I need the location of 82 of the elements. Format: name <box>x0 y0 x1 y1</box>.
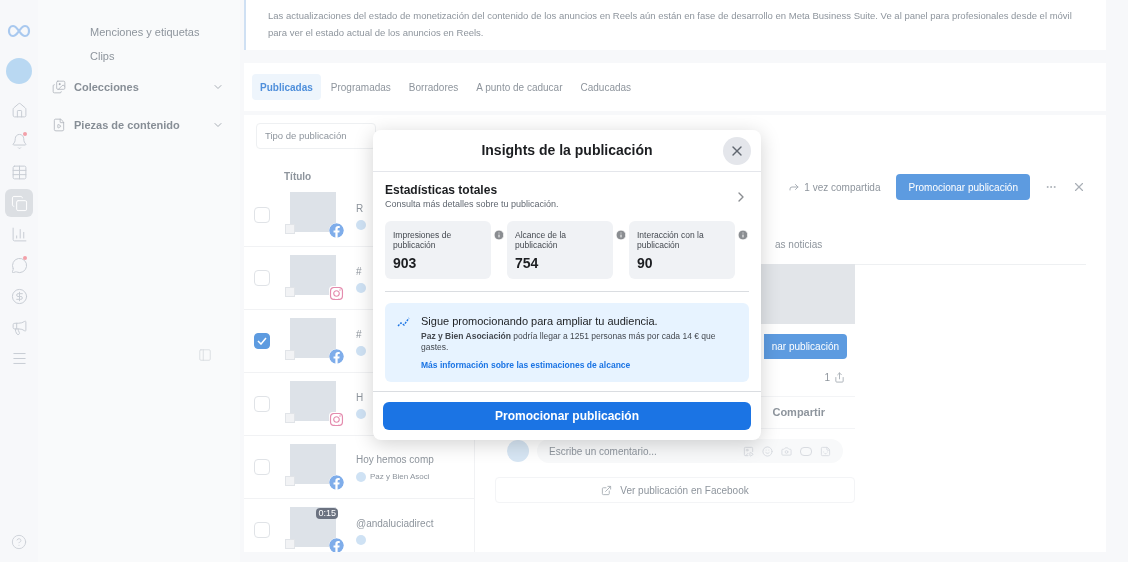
collapse-panel-icon[interactable] <box>198 348 212 362</box>
content-file-icon <box>52 118 66 132</box>
facebook-icon <box>329 223 344 238</box>
page-avatar <box>356 219 366 230</box>
status-tab[interactable]: Programadas <box>322 74 399 100</box>
page-avatar <box>356 408 366 419</box>
photo-placeholder <box>290 507 336 547</box>
page-avatar <box>356 282 366 293</box>
promote-button[interactable]: Promocionar publicación <box>896 174 1030 200</box>
nav-link[interactable]: Clips <box>66 44 212 68</box>
page-avatar <box>356 345 366 356</box>
metric-label: Impresiones de publicación <box>393 229 453 250</box>
metric-value: 903 <box>393 253 418 273</box>
post-type-icon <box>285 350 295 360</box>
share-action[interactable]: Compartir <box>772 404 825 421</box>
avatar[interactable] <box>6 58 32 84</box>
tab[interactable]: as noticias <box>775 237 823 252</box>
share-count-button[interactable]: 1 vez compartida <box>780 174 889 200</box>
external-link-icon <box>601 484 613 496</box>
nav-group[interactable]: Piezas de contenido <box>52 106 224 144</box>
sticker-icon[interactable] <box>820 445 831 457</box>
status-tab[interactable]: A punto de caducar <box>468 74 571 100</box>
status-tab[interactable]: Borradores <box>400 74 467 100</box>
photo-placeholder <box>290 255 336 295</box>
post-title: # <box>356 327 363 342</box>
promote-post-button[interactable]: Promocionar publicación <box>383 401 751 430</box>
video-duration: 0:15 <box>316 508 338 519</box>
photo-placeholder <box>290 381 336 421</box>
row-checkbox[interactable] <box>254 333 270 349</box>
info-icon[interactable] <box>493 228 505 241</box>
nav-group[interactable]: Colecciones <box>52 68 224 106</box>
post-title: @andaluciadirect <box>356 516 434 531</box>
help-icon[interactable] <box>11 534 27 550</box>
post-title: Hoy hemos comp <box>356 452 434 467</box>
close-button[interactable] <box>723 137 751 165</box>
post-type-icon <box>285 224 295 234</box>
page-avatar <box>356 471 366 482</box>
metric-label: Interacción con la publicación <box>637 229 705 250</box>
view-on-facebook-button[interactable]: Ver publicación en Facebook <box>495 477 855 503</box>
metric-value: 90 <box>637 253 654 273</box>
status-tab[interactable]: Publicadas <box>252 74 321 100</box>
photo-placeholder <box>290 318 336 358</box>
post-type-icon <box>285 413 295 423</box>
metric-label: Alcance de la publicación <box>515 229 568 250</box>
gif-icon[interactable] <box>800 446 812 456</box>
column-header[interactable]: Título <box>284 169 312 184</box>
comment-field[interactable]: Escribe un comentario... <box>537 439 843 463</box>
info-icon[interactable] <box>615 228 627 241</box>
post-title: H <box>356 390 365 405</box>
post-title: R <box>356 201 365 216</box>
emoji-icon[interactable] <box>762 445 773 457</box>
facebook-icon <box>329 475 344 490</box>
sidebar-nav-icon[interactable] <box>5 189 33 217</box>
info-icon[interactable] <box>737 228 749 241</box>
page-avatar <box>356 534 366 545</box>
notice-text: Las actualizaciones del estado de monetización del contenido de los anuncios en Reels aún están en fase de desarrollo en Meta Business Suite. Ve al panel para profesionales desde el móvil para ver el estado actual de los anuncios en Reels. <box>268 9 1073 40</box>
status-tab[interactable]: Caducadas <box>572 74 640 100</box>
post-row[interactable]: 0:15 @andaluciadirect <box>244 499 474 552</box>
avatar-sticker-icon[interactable] <box>743 445 754 457</box>
share-count: 1 <box>824 371 830 385</box>
collection-icon <box>52 80 66 94</box>
instagram-icon <box>329 286 344 301</box>
close-icon[interactable] <box>1072 180 1086 194</box>
post-author: Paz y Bien Asoci <box>370 470 430 483</box>
share-icon <box>834 372 845 383</box>
post-title: # <box>356 264 363 279</box>
photo-placeholder <box>290 192 336 232</box>
camera-icon[interactable] <box>781 445 792 457</box>
metric-value: 754 <box>515 253 540 273</box>
facebook-icon <box>329 349 344 364</box>
post-type-icon <box>285 476 295 486</box>
photo-placeholder <box>290 444 336 484</box>
check-icon <box>257 337 267 345</box>
share-arrow-icon <box>788 181 801 193</box>
nav-link[interactable]: Menciones y etiquetas <box>66 20 212 44</box>
promote-post-button[interactable]: nar publicación <box>763 334 847 359</box>
post-type-icon <box>285 287 295 297</box>
post-type-icon <box>285 539 295 549</box>
instagram-icon <box>329 412 344 427</box>
dialog-title: Insights de la publicación <box>481 141 653 160</box>
infinity-logo[interactable] <box>7 24 31 38</box>
commenter-avatar <box>507 440 529 462</box>
